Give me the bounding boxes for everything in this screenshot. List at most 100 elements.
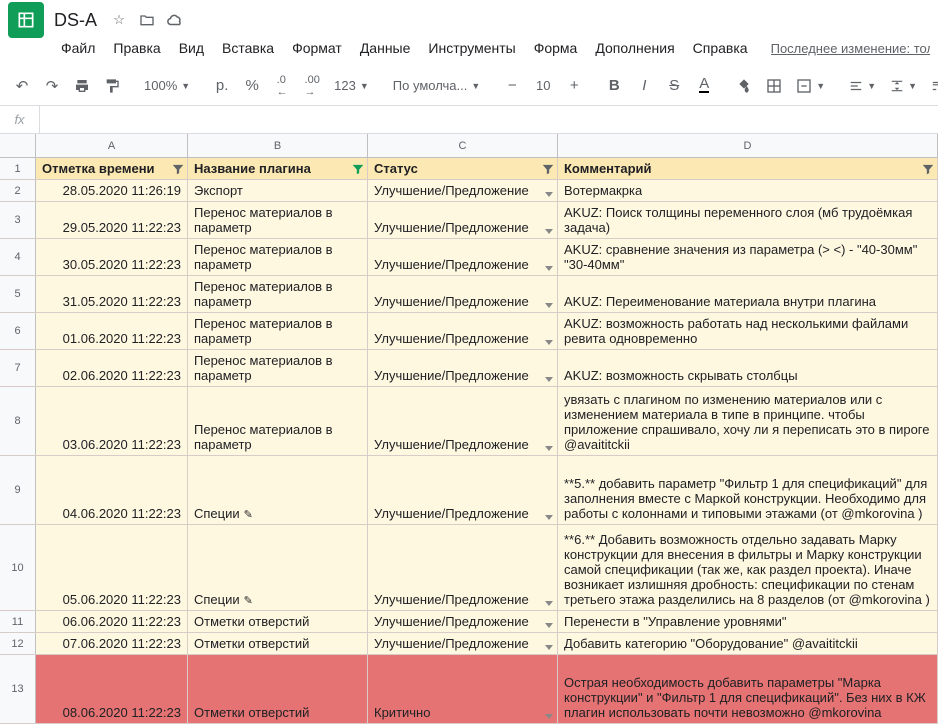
dropdown-arrow-icon[interactable] xyxy=(545,229,553,234)
decrease-decimal-button[interactable]: .0← xyxy=(268,72,296,100)
cell-timestamp[interactable]: 04.06.2020 11:22:23 xyxy=(36,456,188,524)
cell-plugin[interactable]: Перенос материалов в параметр xyxy=(188,276,368,312)
cell-status[interactable]: Улучшение/Предложение xyxy=(368,202,558,238)
menu-addons[interactable]: Дополнения xyxy=(588,36,681,60)
cell-status[interactable]: Улучшение/Предложение xyxy=(368,180,558,201)
menu-view[interactable]: Вид xyxy=(172,36,211,60)
menu-data[interactable]: Данные xyxy=(353,36,418,60)
cell-plugin[interactable]: Отметки отверстий xyxy=(188,611,368,632)
document-title[interactable]: DS-A xyxy=(54,10,97,31)
dropdown-arrow-icon[interactable] xyxy=(545,340,553,345)
row-header[interactable]: 4 xyxy=(0,239,36,275)
row-header[interactable]: 2 xyxy=(0,180,36,201)
font-size-increase-button[interactable]: + xyxy=(560,72,588,100)
cell-timestamp[interactable]: 05.06.2020 11:22:23 xyxy=(36,525,188,610)
redo-button[interactable]: ↷ xyxy=(38,72,66,100)
bold-button[interactable]: B xyxy=(600,72,628,100)
cell-status[interactable]: Улучшение/Предложение xyxy=(368,633,558,654)
row-header[interactable]: 7 xyxy=(0,350,36,386)
undo-button[interactable]: ↶ xyxy=(8,72,36,100)
cell-comment[interactable]: Перенести в "Управление уровнями" xyxy=(558,611,938,632)
cell-comment[interactable]: AKUZ: сравнение значения из параметра (>… xyxy=(558,239,938,275)
merge-cells-button[interactable]: ▼ xyxy=(790,72,831,100)
row-header[interactable]: 13 xyxy=(0,655,36,723)
column-header-c[interactable]: C xyxy=(368,134,558,157)
cell-timestamp[interactable]: 03.06.2020 11:22:23 xyxy=(36,387,188,455)
formula-input[interactable] xyxy=(40,106,938,133)
menu-help[interactable]: Справка xyxy=(686,36,755,60)
header-cell-comment[interactable]: Комментарий xyxy=(558,158,938,179)
zoom-select[interactable]: 100%▼ xyxy=(138,72,196,100)
dropdown-arrow-icon[interactable] xyxy=(545,266,553,271)
cell-plugin[interactable]: Экспорт xyxy=(188,180,368,201)
header-cell-timestamp[interactable]: Отметка времени xyxy=(36,158,188,179)
cell-comment[interactable]: AKUZ: возможность скрывать столбцы xyxy=(558,350,938,386)
font-size-decrease-button[interactable]: − xyxy=(498,72,526,100)
font-family-select[interactable]: По умолча...▼ xyxy=(387,72,486,100)
dropdown-arrow-icon[interactable] xyxy=(545,303,553,308)
cell-plugin[interactable]: Перенос материалов в параметр xyxy=(188,313,368,349)
row-header[interactable]: 12 xyxy=(0,633,36,654)
cloud-status-icon[interactable] xyxy=(165,10,185,30)
cell-comment[interactable]: **6.** Добавить возможность отдельно зад… xyxy=(558,525,938,610)
row-header[interactable]: 3 xyxy=(0,202,36,238)
cell-comment[interactable]: увязать с плагином по изменению материал… xyxy=(558,387,938,455)
font-size-input[interactable]: 10 xyxy=(528,72,558,100)
text-wrap-button[interactable]: ▼ xyxy=(925,72,938,100)
format-percent-button[interactable]: % xyxy=(238,72,266,100)
increase-decimal-button[interactable]: .00→ xyxy=(298,72,326,100)
menu-edit[interactable]: Правка xyxy=(106,36,167,60)
menu-form[interactable]: Форма xyxy=(527,36,585,60)
sheets-app-icon[interactable] xyxy=(8,2,44,38)
cell-status[interactable]: Улучшение/Предложение xyxy=(368,350,558,386)
cell-plugin[interactable]: Специи xyxy=(188,456,368,524)
cell-comment[interactable]: AKUZ: Переименование материала внутри пл… xyxy=(558,276,938,312)
cell-timestamp[interactable]: 06.06.2020 11:22:23 xyxy=(36,611,188,632)
format-currency-button[interactable]: р. xyxy=(208,72,236,100)
dropdown-arrow-icon[interactable] xyxy=(545,192,553,197)
menu-tools[interactable]: Инструменты xyxy=(421,36,522,60)
cell-comment[interactable]: Добавить категорию "Оборудование" @avait… xyxy=(558,633,938,654)
fill-color-button[interactable] xyxy=(730,72,758,100)
dropdown-arrow-icon[interactable] xyxy=(545,515,553,520)
cell-comment[interactable]: Острая необходимость добавить параметры … xyxy=(558,655,938,723)
dropdown-arrow-icon[interactable] xyxy=(545,377,553,382)
number-format-select[interactable]: 123▼ xyxy=(328,72,375,100)
row-header[interactable]: 6 xyxy=(0,313,36,349)
row-header[interactable]: 8 xyxy=(0,387,36,455)
dropdown-arrow-icon[interactable] xyxy=(545,623,553,628)
cell-plugin[interactable]: Перенос материалов в параметр xyxy=(188,239,368,275)
cell-plugin[interactable]: Перенос материалов в параметр xyxy=(188,202,368,238)
dropdown-arrow-icon[interactable] xyxy=(545,645,553,650)
row-header[interactable]: 1 xyxy=(0,158,36,179)
menu-file[interactable]: Файл xyxy=(54,36,102,60)
cell-comment[interactable]: Вотермакрка xyxy=(558,180,938,201)
vertical-align-button[interactable]: ▼ xyxy=(884,72,923,100)
cell-status[interactable]: Улучшение/Предложение xyxy=(368,525,558,610)
cell-plugin[interactable]: Отметки отверстий xyxy=(188,655,368,723)
header-cell-plugin[interactable]: Название плагина xyxy=(188,158,368,179)
cell-timestamp[interactable]: 01.06.2020 11:22:23 xyxy=(36,313,188,349)
cell-timestamp[interactable]: 02.06.2020 11:22:23 xyxy=(36,350,188,386)
column-header-a[interactable]: A xyxy=(36,134,188,157)
cell-status[interactable]: Критично xyxy=(368,655,558,723)
cell-plugin[interactable]: Специи xyxy=(188,525,368,610)
row-header[interactable]: 11 xyxy=(0,611,36,632)
filter-icon[interactable] xyxy=(921,162,935,176)
column-header-d[interactable]: D xyxy=(558,134,938,157)
cell-timestamp[interactable]: 08.06.2020 11:22:23 xyxy=(36,655,188,723)
cell-status[interactable]: Улучшение/Предложение xyxy=(368,387,558,455)
select-all-corner[interactable] xyxy=(0,134,36,157)
cell-status[interactable]: Улучшение/Предложение xyxy=(368,239,558,275)
cell-comment[interactable]: AKUZ: возможность работать над нескольки… xyxy=(558,313,938,349)
cell-timestamp[interactable]: 07.06.2020 11:22:23 xyxy=(36,633,188,654)
column-header-b[interactable]: B xyxy=(188,134,368,157)
text-color-button[interactable]: A xyxy=(690,72,718,100)
menu-format[interactable]: Формат xyxy=(285,36,349,60)
cell-status[interactable]: Улучшение/Предложение xyxy=(368,313,558,349)
filter-icon[interactable] xyxy=(351,162,365,176)
dropdown-arrow-icon[interactable] xyxy=(545,601,553,606)
cell-timestamp[interactable]: 28.05.2020 11:26:19 xyxy=(36,180,188,201)
cell-comment[interactable]: AKUZ: Поиск толщины переменного слоя (мб… xyxy=(558,202,938,238)
italic-button[interactable]: I xyxy=(630,72,658,100)
